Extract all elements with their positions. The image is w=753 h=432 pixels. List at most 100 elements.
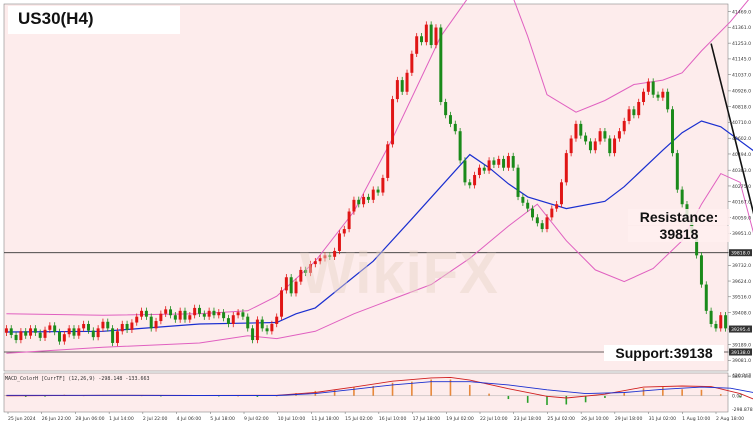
y-tick-label: 41469.0 [732,9,751,15]
candle-body [608,138,612,154]
macd-histogram-bar [526,395,529,403]
resistance-value: 39818 [628,226,730,242]
candle-body [627,109,631,121]
candle-body [492,160,496,165]
macd-histogram-bar [411,381,413,396]
candle-body [183,310,187,320]
x-tick-label: 16 Jul 10:00 [379,416,407,422]
macd-histogram-bar [333,389,336,396]
candle-body [531,208,535,218]
candle-body [439,27,443,102]
x-tick-label: 26 Jun 22:00 [42,416,71,422]
y-tick-label: 40710.0 [732,120,751,126]
candle-body [72,328,76,336]
candle-body [415,36,419,54]
candle-body [651,81,655,95]
candle-body [24,331,28,336]
candle-body [463,160,467,183]
macd-histogram-bar [604,395,606,398]
candle-body [217,312,221,316]
y-tick-label: 40926.0 [732,89,751,95]
price-tag-label: 39295.4 [731,327,750,333]
candle-body [197,307,201,314]
x-tick-label: 2 Jul 22:00 [143,416,168,422]
candle-body [550,208,554,218]
x-tick-label: 5 Jul 18:00 [210,416,235,422]
candle-body [347,211,351,230]
candle-body [130,322,134,330]
candle-body [111,328,115,343]
y-tick-label: 40059.0 [732,215,751,221]
resistance-label: Resistance: [628,209,730,225]
y-tick-label: 39516.0 [732,295,751,301]
candle-body [511,156,515,168]
y-tick-label: 40818.0 [732,104,751,110]
candle-body [391,99,395,145]
candle-body [444,101,448,116]
y-tick-label: 41361.0 [732,25,751,31]
macd-histogram-bar [353,387,355,396]
y-tick-label: 39408.0 [732,310,751,316]
candle-body [241,312,245,317]
candle-body [144,310,148,317]
candle-body [362,196,366,205]
candle-body [82,323,86,329]
candle-body [58,332,62,342]
candle-body [434,27,438,46]
candle-body [699,255,703,285]
candle-body [502,158,506,168]
x-tick-label: 25 Jun 2024 [8,416,36,422]
candle-body [135,316,139,323]
candle-body [719,315,723,329]
candle-body [14,334,18,341]
candle-body [246,316,250,329]
candle-body [231,315,235,324]
candle-body [265,328,269,332]
candle-body [53,325,57,333]
price-tag-label: 39138.0 [731,350,750,356]
candle-body [193,307,197,316]
y-tick-label: 41253.0 [732,41,751,47]
x-tick-label: 19 Jul 02:00 [446,416,474,422]
candle-body [588,141,592,151]
x-tick-label: 1 Jul 14:00 [109,416,134,422]
candle-body [526,202,530,209]
x-tick-label: 29 Jul 18:00 [615,416,643,422]
x-tick-label: 1 Aug 10:00 [682,416,710,422]
candle-body [622,120,626,132]
macd-histogram-bar [700,389,703,396]
x-tick-label: 31 Jul 02:00 [649,416,677,422]
candle-body [178,310,182,320]
candle-body [96,328,100,338]
candle-body [675,153,679,190]
x-tick-label: 11 Jul 18:00 [311,416,339,422]
candle-body [29,328,33,336]
macd-indicator-label: MACD_ColorH [CurrTF] (12,26,9) -298.148 … [5,376,150,382]
candle-body [666,91,670,110]
y-tick-label: 39951.0 [732,231,751,237]
candle-body [48,325,52,330]
candle-body [656,94,660,98]
candle-body [212,310,216,316]
candle-body [371,189,375,200]
macd-histogram-bar [507,395,510,400]
candle-body [352,199,356,212]
candle-body [38,332,42,338]
candle-body [226,318,230,324]
candle-body [376,189,380,193]
candle-body [400,80,404,92]
candle-body [579,123,583,136]
y-tick-label: 39624.0 [732,279,751,285]
candle-body [342,229,346,234]
candle-body [366,196,370,200]
candle-body [642,91,646,102]
candle-body [704,284,708,311]
candle-body [516,167,520,197]
candle-body [9,328,13,335]
y-tick-label: 40494.0 [732,152,751,158]
macd-histogram-bar [488,393,490,396]
candle-body [386,144,390,178]
candle-body [680,189,684,205]
candle-body [661,91,665,98]
candle-body [574,123,578,139]
